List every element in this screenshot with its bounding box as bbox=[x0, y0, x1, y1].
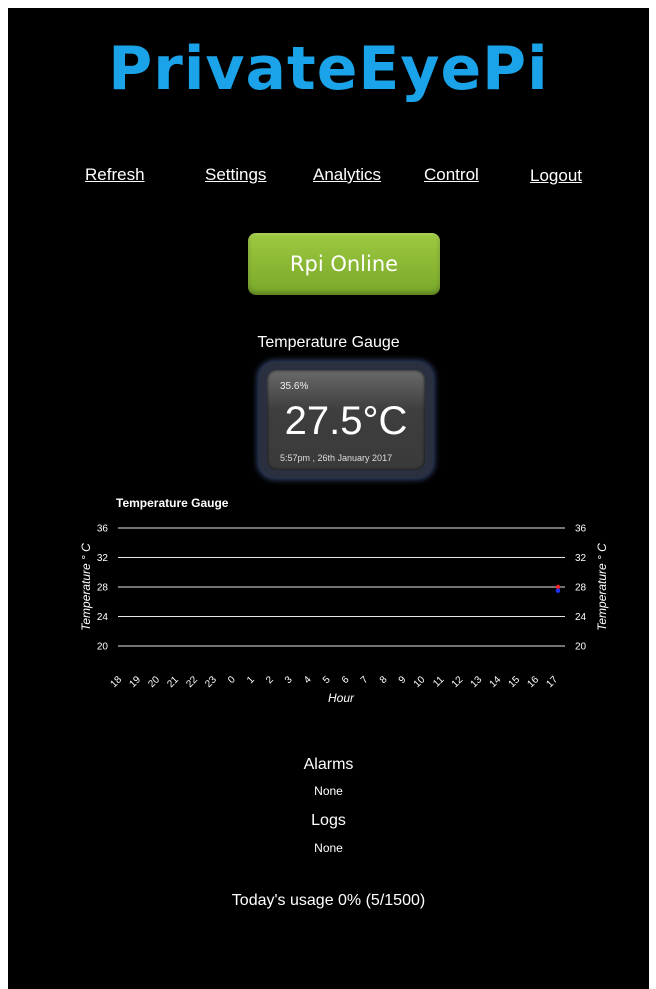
rpi-status-button[interactable]: Rpi Online bbox=[248, 233, 440, 295]
x-tick-label: 12 bbox=[450, 674, 466, 690]
gauge-humidity: 35.6% bbox=[280, 381, 309, 392]
logs-heading: Logs bbox=[311, 812, 346, 829]
nav-analytics-link[interactable]: Analytics bbox=[313, 165, 381, 185]
app-logo: PrivateEyePi bbox=[108, 34, 549, 104]
y-tick-label-left: 28 bbox=[97, 583, 109, 594]
nav-refresh-link[interactable]: Refresh bbox=[85, 165, 145, 185]
nav-settings-link[interactable]: Settings bbox=[205, 165, 266, 185]
x-tick-label: 4 bbox=[302, 674, 314, 686]
x-tick-label: 23 bbox=[203, 674, 219, 690]
logs-value: None bbox=[314, 841, 343, 855]
data-point bbox=[555, 588, 561, 593]
x-tick-label: 8 bbox=[378, 674, 390, 686]
alarms-heading: Alarms bbox=[303, 756, 354, 773]
y-tick-label-right: 20 bbox=[575, 642, 587, 653]
temperature-gauge: 35.6% 27.5°C 5:57pm , 26th January 2017 bbox=[259, 362, 433, 478]
nav-control-link[interactable]: Control bbox=[424, 165, 479, 185]
y-tick-label-left: 36 bbox=[97, 524, 109, 535]
x-tick-label: 7 bbox=[359, 674, 371, 686]
temperature-chart: 36 3632 3228 2824 2420 2018 19 20 21 22 23 0 1 2 3 4 5 6 7… bbox=[79, 524, 609, 706]
x-axis-label: Hour bbox=[328, 691, 355, 705]
page-body: PrivateEyePi Refresh Settings Analytics … bbox=[8, 8, 649, 989]
gauge-display: 35.6% 27.5°C 5:57pm , 26th January 2017 bbox=[267, 370, 425, 470]
nav-logout-link[interactable]: Logout bbox=[530, 166, 582, 186]
x-tick-label: 20 bbox=[146, 674, 162, 690]
x-tick-label: 14 bbox=[488, 674, 504, 690]
x-tick-label: 3 bbox=[283, 674, 295, 686]
y-tick-label-right: 24 bbox=[575, 612, 587, 623]
gauge-timestamp: 5:57pm , 26th January 2017 bbox=[280, 453, 393, 463]
usage-text: Today's usage 0% (5/1500) bbox=[231, 892, 426, 909]
y-tick-label-left: 20 bbox=[97, 642, 109, 653]
x-tick-label: 1 bbox=[245, 674, 257, 686]
x-tick-label: 6 bbox=[340, 674, 352, 686]
x-tick-label: 11 bbox=[431, 674, 446, 689]
y-tick-label-left: 32 bbox=[97, 553, 109, 564]
gauge-title: Temperature Gauge bbox=[257, 334, 400, 351]
y-axis-label-right: Temperature ° C bbox=[595, 543, 609, 631]
x-tick-label: 18 bbox=[108, 674, 124, 690]
x-tick-label: 15 bbox=[507, 674, 523, 690]
x-tick-label: 0 bbox=[226, 674, 238, 686]
x-tick-label: 22 bbox=[184, 674, 200, 690]
y-tick-label-right: 36 bbox=[575, 524, 587, 535]
y-tick-label-right: 32 bbox=[575, 553, 587, 564]
x-tick-label: 19 bbox=[127, 674, 143, 690]
x-tick-label: 10 bbox=[412, 674, 428, 690]
y-tick-label-left: 24 bbox=[97, 612, 109, 623]
x-tick-label: 13 bbox=[469, 674, 485, 690]
x-tick-label: 5 bbox=[321, 674, 333, 686]
x-tick-label: 16 bbox=[526, 674, 542, 690]
y-axis-label-left: Temperature ° C bbox=[79, 543, 93, 631]
x-tick-label: 9 bbox=[397, 674, 409, 686]
x-tick-label: 17 bbox=[544, 674, 560, 690]
gauge-temperature: 27.5°C bbox=[284, 399, 408, 443]
x-tick-label: 2 bbox=[264, 674, 276, 686]
x-tick-label: 21 bbox=[165, 674, 181, 690]
y-tick-label-right: 28 bbox=[575, 583, 587, 594]
alarms-value: None bbox=[314, 784, 343, 798]
